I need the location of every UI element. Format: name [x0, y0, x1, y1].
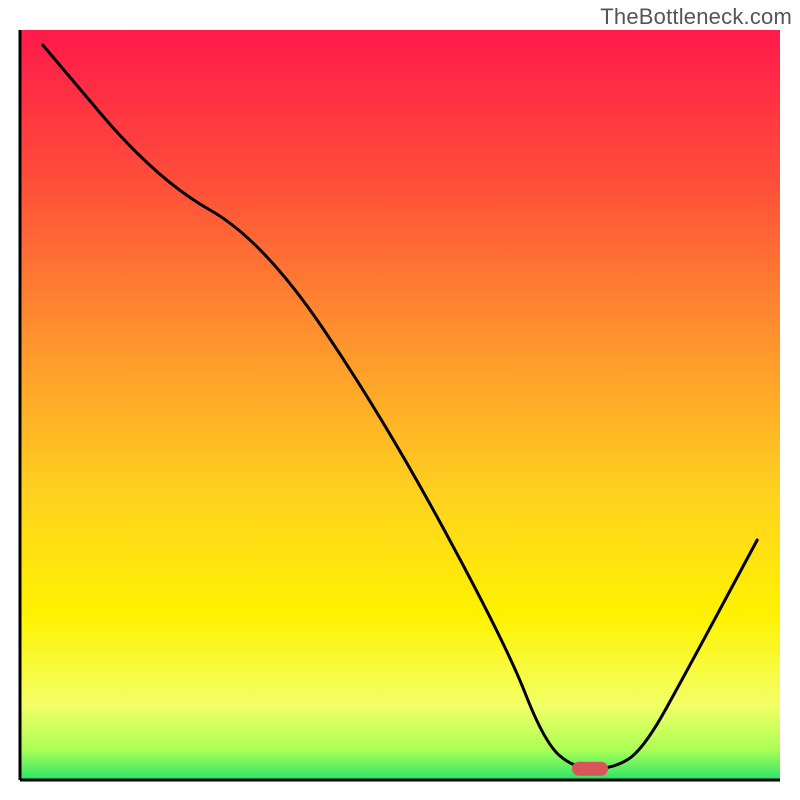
chart-container: TheBottleneck.com [0, 0, 800, 800]
watermark-text: TheBottleneck.com [600, 4, 792, 30]
bottleneck-chart [0, 0, 800, 800]
optimal-marker [572, 762, 608, 776]
gradient-background [20, 30, 780, 780]
